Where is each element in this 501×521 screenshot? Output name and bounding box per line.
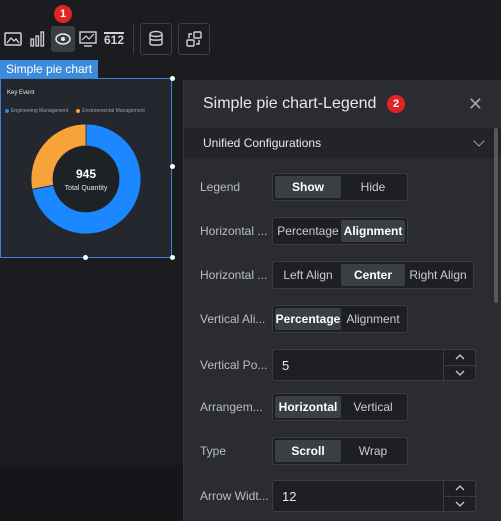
row-vertical-mode: Vertical Ali... Percentage Alignment bbox=[200, 304, 408, 334]
option-show[interactable]: Show bbox=[275, 176, 341, 198]
decrement-button[interactable] bbox=[444, 366, 475, 381]
chevron-down-icon bbox=[473, 135, 485, 147]
total-value: 945 bbox=[76, 167, 96, 181]
row-label: Arrangem... bbox=[200, 400, 263, 414]
type-toggle: Scroll Wrap bbox=[272, 437, 408, 465]
chevron-down-icon bbox=[455, 370, 464, 376]
option-hide[interactable]: Hide bbox=[341, 176, 405, 198]
row-arrangement: Arrangem... Horizontal Vertical bbox=[200, 392, 408, 422]
row-label: Horizontal ... bbox=[200, 224, 268, 238]
image-icon[interactable] bbox=[1, 26, 25, 52]
legend-item-engineering: Engineering Management bbox=[5, 108, 68, 114]
row-horizontal-align: Horizontal ... Left Align Center Right A… bbox=[200, 260, 474, 290]
donut-chart: 945 Total Quantity bbox=[30, 123, 142, 235]
panel-header: Simple pie chart-Legend ✕ bbox=[184, 80, 501, 128]
resize-handle[interactable] bbox=[170, 76, 175, 81]
total-label: Total Quantity bbox=[65, 185, 108, 192]
editor: 612 1 Simple pie chart Key Event Enginee… bbox=[0, 0, 501, 521]
step-badge-2: 2 bbox=[387, 95, 405, 113]
option-percentage[interactable]: Percentage bbox=[275, 308, 341, 330]
pie-chart-component[interactable]: Key Event Engineering Management Environ… bbox=[0, 78, 172, 258]
eye-icon[interactable] bbox=[51, 26, 75, 52]
bar-chart-icon[interactable] bbox=[26, 26, 50, 52]
horizontal-align-toggle: Left Align Center Right Align bbox=[272, 261, 474, 289]
toolbar-divider bbox=[133, 24, 134, 54]
step-badge-1: 1 bbox=[54, 5, 72, 23]
row-vertical-position: Vertical Po... 5 bbox=[200, 349, 476, 381]
database-icon[interactable] bbox=[140, 23, 172, 55]
chevron-up-icon bbox=[455, 354, 464, 360]
chevron-up-icon bbox=[455, 485, 464, 491]
legend-item-environmental: Environmental Management bbox=[76, 108, 145, 114]
chart-legend: Engineering Management Environmental Man… bbox=[5, 108, 145, 114]
option-horizontal[interactable]: Horizontal bbox=[275, 396, 341, 418]
vertical-mode-toggle: Percentage Alignment bbox=[272, 305, 408, 333]
chart-title: Key Event bbox=[7, 90, 35, 96]
legend-dot-icon bbox=[5, 108, 9, 113]
legend-settings-panel: Simple pie chart-Legend ✕ 2 Unified Conf… bbox=[183, 80, 501, 521]
resize-handle[interactable] bbox=[83, 255, 88, 260]
option-scroll[interactable]: Scroll bbox=[275, 440, 341, 462]
canvas-area bbox=[0, 465, 183, 521]
toolbar: 612 bbox=[0, 22, 216, 56]
row-label: Vertical Po... bbox=[200, 358, 268, 372]
resize-handle[interactable] bbox=[170, 164, 175, 169]
vertical-position-stepper: 5 bbox=[272, 349, 476, 381]
screen-icon[interactable] bbox=[76, 26, 100, 52]
option-center[interactable]: Center bbox=[341, 264, 405, 286]
option-alignment[interactable]: Alignment bbox=[341, 308, 405, 330]
option-percentage[interactable]: Percentage bbox=[275, 220, 341, 242]
horizontal-mode-toggle: Percentage Alignment bbox=[272, 217, 408, 245]
vertical-position-input[interactable]: 5 bbox=[273, 350, 443, 380]
row-arrow-width: Arrow Widt... 12 bbox=[200, 480, 476, 512]
increment-button[interactable] bbox=[444, 350, 475, 366]
number-icon[interactable]: 612 bbox=[101, 26, 127, 52]
arrangement-toggle: Horizontal Vertical bbox=[272, 393, 408, 421]
option-left-align[interactable]: Left Align bbox=[275, 264, 341, 286]
option-vertical[interactable]: Vertical bbox=[341, 396, 405, 418]
arrow-width-input[interactable]: 12 bbox=[273, 481, 443, 511]
section-title: Unified Configurations bbox=[203, 136, 322, 150]
increment-button[interactable] bbox=[444, 481, 475, 497]
close-icon[interactable]: ✕ bbox=[468, 94, 483, 115]
resize-handle[interactable] bbox=[170, 255, 175, 260]
row-label: Vertical Ali... bbox=[200, 312, 266, 326]
exchange-icon[interactable] bbox=[178, 23, 210, 55]
option-alignment[interactable]: Alignment bbox=[341, 220, 405, 242]
decrement-button[interactable] bbox=[444, 497, 475, 512]
chevron-down-icon bbox=[455, 501, 464, 507]
panel-scrollbar[interactable] bbox=[494, 128, 498, 303]
row-horizontal-mode: Horizontal ... Percentage Alignment bbox=[200, 216, 408, 246]
row-type: Type Scroll Wrap bbox=[200, 436, 408, 466]
option-right-align[interactable]: Right Align bbox=[405, 264, 471, 286]
number-icon-text: 612 bbox=[103, 32, 125, 47]
row-label: Type bbox=[200, 444, 227, 458]
option-wrap[interactable]: Wrap bbox=[341, 440, 405, 462]
legend-label: Environmental Management bbox=[82, 108, 145, 114]
row-label: Horizontal ... bbox=[200, 268, 268, 282]
row-legend: Legend Show Hide bbox=[200, 172, 408, 202]
legend-dot-icon bbox=[76, 108, 81, 113]
legend-toggle: Show Hide bbox=[272, 173, 408, 201]
row-label: Legend bbox=[200, 180, 241, 194]
legend-label: Engineering Management bbox=[11, 108, 69, 114]
row-label: Arrow Widt... bbox=[200, 489, 269, 503]
section-unified-configurations[interactable]: Unified Configurations bbox=[184, 128, 501, 158]
component-label[interactable]: Simple pie chart bbox=[0, 60, 99, 78]
arrow-width-stepper: 12 bbox=[272, 480, 476, 512]
panel-title: Simple pie chart-Legend bbox=[203, 95, 377, 112]
